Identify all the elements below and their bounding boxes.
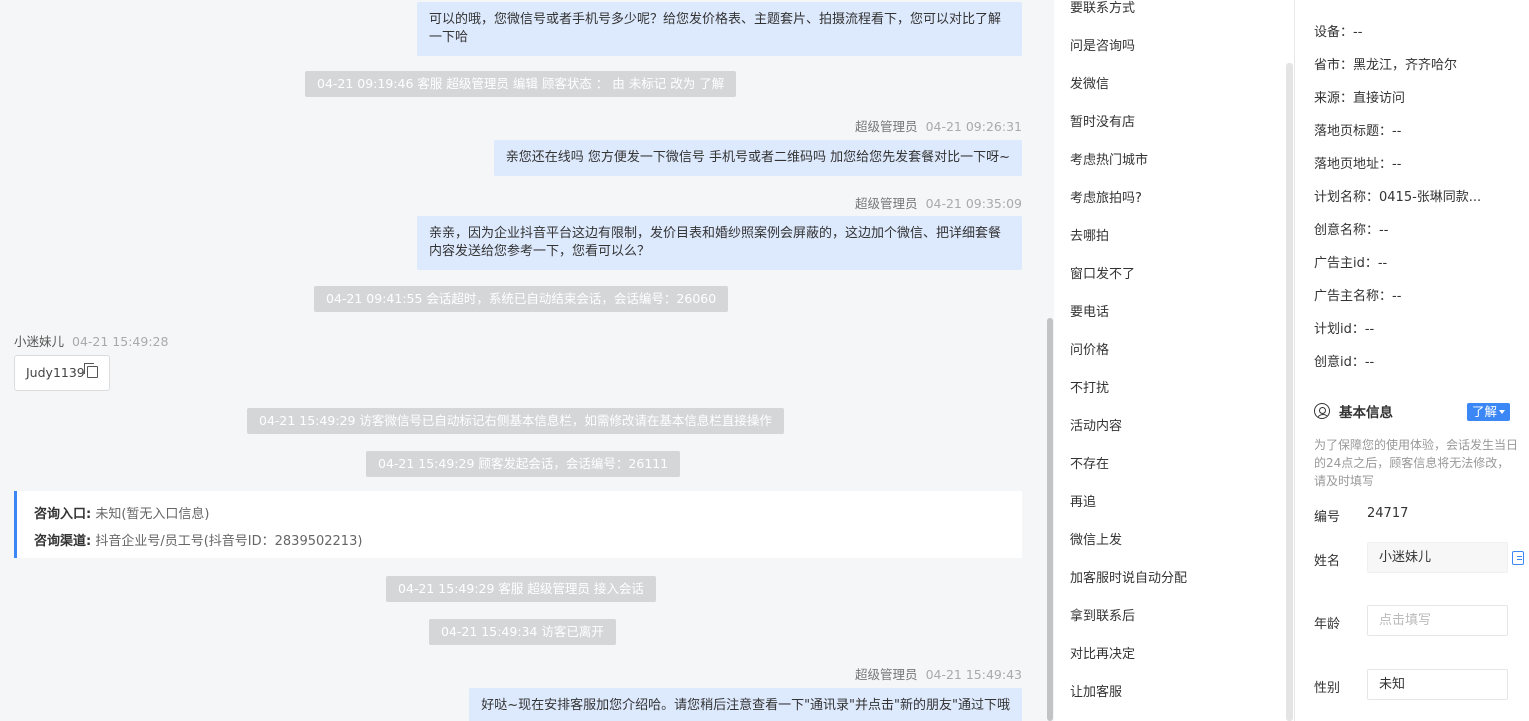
channel-value: 抖音企业号/员工号(抖音号ID：2839502213) [95,534,363,549]
tag-item[interactable]: 让加客服 [1070,681,1122,700]
id-label: 编号 [1314,510,1341,525]
age-field[interactable] [1367,605,1508,636]
entry-value: 未知(暂无入口信息) [95,507,210,522]
tag-list-scrollbar[interactable] [1286,63,1293,721]
system-message: 04-21 15:49:29 访客微信号已自动标记右侧基本信息栏，如需修改请在基… [247,408,784,434]
tag-item[interactable]: 暂时没有店 [1070,111,1135,130]
agent-message: 亲您还在线吗 您方便发一下微信号 手机号或者二维码吗 加您给您先发套餐对比一下呀… [493,140,1022,176]
tag-item[interactable]: 不存在 [1070,453,1109,472]
message-time: 04-21 09:26:31 [925,119,1022,134]
tag-item[interactable]: 拿到联系后 [1070,605,1135,624]
entry-row: 咨询入口: 未知(暂无入口信息) [34,501,1022,528]
customer-info-panel: 设备：-- 省市：黑龙江，齐齐哈尔 来源：直接访问 落地页标题：-- 落地页地址… [1295,0,1529,721]
section-title-text: 基本信息 [1339,405,1393,421]
tag-item[interactable]: 要电话 [1070,301,1109,320]
wechat-id-chip[interactable]: Judy1139 [14,355,110,391]
copy-icon[interactable] [83,363,98,378]
tag-item[interactable]: 活动内容 [1070,415,1122,434]
customer-status-dropdown[interactable]: 了解 [1467,403,1511,421]
system-message: 04-21 15:49:34 访客已离开 [429,619,616,645]
caret-down-icon [1499,410,1506,414]
quick-reply-tag-list: 要联系方式 问是咨询吗 发微信 暂时没有店 考虑热门城市 考虑旅拍吗? 去哪拍 … [1054,0,1286,721]
info-advertiser-name: 广告主名称：-- [1314,289,1402,304]
channel-label: 咨询渠道: [34,534,92,549]
gender-label: 性别 [1314,681,1341,696]
chat-scrollbar-thumb[interactable] [1047,318,1053,721]
tag-item[interactable]: 问价格 [1070,339,1109,358]
gender-value: 未知 [1379,677,1406,692]
tag-item[interactable]: 窗口发不了 [1070,263,1135,282]
basic-info-title: 基本信息 [1314,401,1393,421]
sender-name: 超级管理员 [855,119,918,134]
message-time: 04-21 15:49:43 [925,667,1022,682]
message-text: 亲您还在线吗 您方便发一下微信号 手机号或者二维码吗 加您给您先发套餐对比一下呀… [505,150,1010,165]
info-creative-name: 创意名称：-- [1314,223,1389,238]
name-value: 小迷妹儿 [1379,550,1432,565]
tag-item[interactable]: 不打扰 [1070,377,1109,396]
info-advertiser-id: 广告主id：-- [1314,256,1388,271]
user-icon [1314,403,1330,419]
info-plan-id: 计划id：-- [1314,322,1375,337]
visitor-name: 小迷妹儿 [14,334,65,349]
message-meta: 超级管理员 04-21 15:49:43 [855,664,1022,683]
agent-message: 可以的哦，您微信号或者手机号多少呢？给您发价格表、主题套片、拍摄流程看下，您可以… [417,2,1022,56]
tag-item[interactable]: 发微信 [1070,73,1109,92]
tag-item[interactable]: 问是咨询吗 [1070,35,1135,54]
tag-item[interactable]: 对比再决定 [1070,643,1135,662]
tag-item[interactable]: 要联系方式 [1070,0,1135,16]
message-time: 04-21 09:35:09 [925,196,1022,211]
info-creative-id: 创意id：-- [1314,355,1375,370]
message-meta: 超级管理员 04-21 09:26:31 [855,116,1022,135]
system-message: 04-21 09:41:55 会话超时，系统已自动结束会话，会话编号：26060 [314,286,729,312]
chat-panel: 可以的哦，您微信号或者手机号多少呢？给您发价格表、主题套片、拍摄流程看下，您可以… [0,0,1046,721]
tag-item[interactable]: 去哪拍 [1070,225,1109,244]
system-message: 04-21 15:49:29 顾客发起会话，会话编号：26111 [366,451,681,477]
tag-item[interactable]: 考虑热门城市 [1070,149,1148,168]
channel-row: 咨询渠道: 抖音企业号/员工号(抖音号ID：2839502213) [34,528,1022,555]
message-meta: 超级管理员 04-21 09:35:09 [855,193,1022,212]
sender-name: 超级管理员 [855,667,918,682]
age-input[interactable] [1379,613,1496,628]
age-label: 年龄 [1314,617,1341,632]
name-field[interactable]: 小迷妹儿 [1367,542,1508,573]
gender-select[interactable]: 未知 [1367,669,1508,700]
tag-item[interactable]: 考虑旅拍吗? [1070,187,1142,206]
info-device: 设备：-- [1314,25,1363,40]
info-source: 来源：直接访问 [1314,91,1406,106]
info-landing-title: 落地页标题：-- [1314,124,1402,139]
visitor-meta: 小迷妹儿 04-21 15:49:28 [14,331,168,350]
info-plan-name: 计划名称：0415-张琳同款... [1314,190,1482,205]
entry-label: 咨询入口: [34,507,92,522]
tag-item[interactable]: 加客服时说自动分配 [1070,567,1187,586]
system-message: 04-21 09:19:46 客服 超级管理员 编辑 顾客状态 ： 由 未标记 … [305,71,737,97]
message-text: 好哒~现在安排客服加您介绍哈。请您稍后注意查看一下"通讯录"并点击"新的朋友"通… [481,698,1010,713]
agent-message: 亲亲，因为企业抖音平台这边有限制，发价目表和婚纱照案例会屏蔽的，这边加个微信、把… [417,216,1022,270]
tag-item[interactable]: 微信上发 [1070,529,1122,548]
info-landing-url: 落地页地址：-- [1314,157,1402,172]
sender-name: 超级管理员 [855,196,918,211]
message-text: 亲亲，因为企业抖音平台这边有限制，发价目表和婚纱照案例会屏蔽的，这边加个微信、把… [429,226,1002,259]
entry-info-card: 咨询入口: 未知(暂无入口信息) 咨询渠道: 抖音企业号/员工号(抖音号ID：2… [14,491,1022,558]
edit-notice: 为了保障您的使用体验，会话发生当日的24点之后，顾客信息将无法修改，请及时填写 [1314,438,1519,488]
status-tag-label: 了解 [1472,404,1498,419]
system-message: 04-21 15:49:29 客服 超级管理员 接入会话 [386,576,656,602]
agent-message: 好哒~现在安排客服加您介绍哈。请您稍后注意查看一下"通讯录"并点击"新的朋友"通… [469,688,1022,721]
message-time: 04-21 15:49:28 [72,334,169,349]
edit-icon[interactable] [1512,551,1524,565]
wechat-id-text: Judy1139 [26,365,85,380]
name-label: 姓名 [1314,554,1341,569]
info-province-city: 省市：黑龙江，齐齐哈尔 [1314,58,1458,73]
message-text: 可以的哦，您微信号或者手机号多少呢？给您发价格表、主题套片、拍摄流程看下，您可以… [429,12,1002,45]
tag-item[interactable]: 再追 [1070,491,1096,510]
id-value: 24717 [1367,506,1409,521]
